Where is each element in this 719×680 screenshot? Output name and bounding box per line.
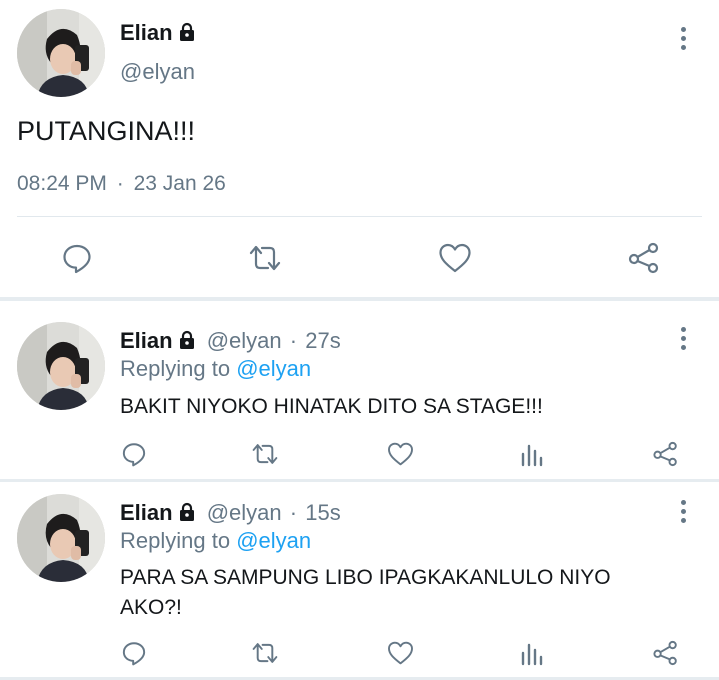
lock-icon bbox=[177, 502, 197, 528]
reply-icon[interactable] bbox=[121, 640, 147, 666]
retweet-icon[interactable] bbox=[250, 640, 280, 666]
meta-dot: · bbox=[116, 172, 124, 195]
replying-to-label: Replying to bbox=[120, 528, 231, 553]
more-icon[interactable] bbox=[673, 323, 693, 353]
display-name[interactable]: Elian bbox=[120, 500, 173, 525]
share-icon[interactable] bbox=[652, 441, 679, 467]
handle[interactable]: @elyan bbox=[120, 59, 195, 85]
meta-dot: · bbox=[289, 328, 298, 353]
replying-to: Replying to @elyan bbox=[120, 356, 311, 382]
share-icon[interactable] bbox=[627, 242, 661, 274]
display-name[interactable]: Elian bbox=[120, 20, 197, 48]
display-name-text[interactable]: Elian bbox=[120, 20, 173, 45]
reply-icon[interactable] bbox=[61, 242, 93, 274]
section-separator bbox=[0, 297, 719, 301]
avatar[interactable] bbox=[17, 9, 105, 97]
reply-age[interactable]: 15s bbox=[305, 500, 340, 525]
lock-icon bbox=[177, 22, 197, 48]
reply-header: Elian @elyan · 27s bbox=[120, 328, 341, 356]
reply-text: PARA SA SAMPUNG LIBO IPAGKAKANLULO NIYO … bbox=[120, 563, 611, 623]
divider bbox=[17, 216, 702, 217]
like-icon[interactable] bbox=[387, 641, 414, 665]
avatar[interactable] bbox=[17, 322, 105, 410]
more-icon[interactable] bbox=[673, 496, 693, 526]
meta-dot: · bbox=[289, 500, 298, 525]
share-icon[interactable] bbox=[652, 640, 679, 666]
tweet-time[interactable]: 08:24 PM bbox=[17, 172, 107, 195]
more-icon[interactable] bbox=[673, 23, 693, 53]
reply-header: Elian @elyan · 15s bbox=[120, 500, 341, 528]
reply-text-line: PARA SA SAMPUNG LIBO IPAGKAKANLULO NIYO bbox=[120, 566, 611, 589]
replying-to: Replying to @elyan bbox=[120, 528, 311, 554]
avatar[interactable] bbox=[17, 494, 105, 582]
retweet-icon[interactable] bbox=[247, 242, 283, 274]
replying-to-handle[interactable]: @elyan bbox=[236, 528, 311, 553]
analytics-icon[interactable] bbox=[520, 640, 544, 666]
display-name[interactable]: Elian bbox=[120, 328, 173, 353]
reply-text: BAKIT NIYOKO HINATAK DITO SA STAGE!!! bbox=[120, 392, 543, 422]
reply-icon[interactable] bbox=[121, 441, 147, 467]
tweet-text: PUTANGINA!!! bbox=[17, 116, 196, 146]
section-separator bbox=[0, 479, 719, 482]
handle[interactable]: @elyan bbox=[207, 500, 282, 525]
tweet-timestamp[interactable]: 08:24 PM · 23 Jan 26 bbox=[17, 172, 226, 196]
analytics-icon[interactable] bbox=[520, 441, 544, 467]
tweet-date[interactable]: 23 Jan 26 bbox=[134, 172, 226, 195]
reply-text-line: AKO?! bbox=[120, 596, 182, 619]
reply-age[interactable]: 27s bbox=[305, 328, 340, 353]
handle[interactable]: @elyan bbox=[207, 328, 282, 353]
replying-to-label: Replying to bbox=[120, 356, 231, 381]
retweet-icon[interactable] bbox=[250, 441, 280, 467]
lock-icon bbox=[177, 330, 197, 356]
like-icon[interactable] bbox=[438, 243, 472, 273]
replying-to-handle[interactable]: @elyan bbox=[236, 356, 311, 381]
like-icon[interactable] bbox=[387, 442, 414, 466]
reply-text-line: BAKIT NIYOKO HINATAK DITO SA STAGE!!! bbox=[120, 395, 543, 418]
